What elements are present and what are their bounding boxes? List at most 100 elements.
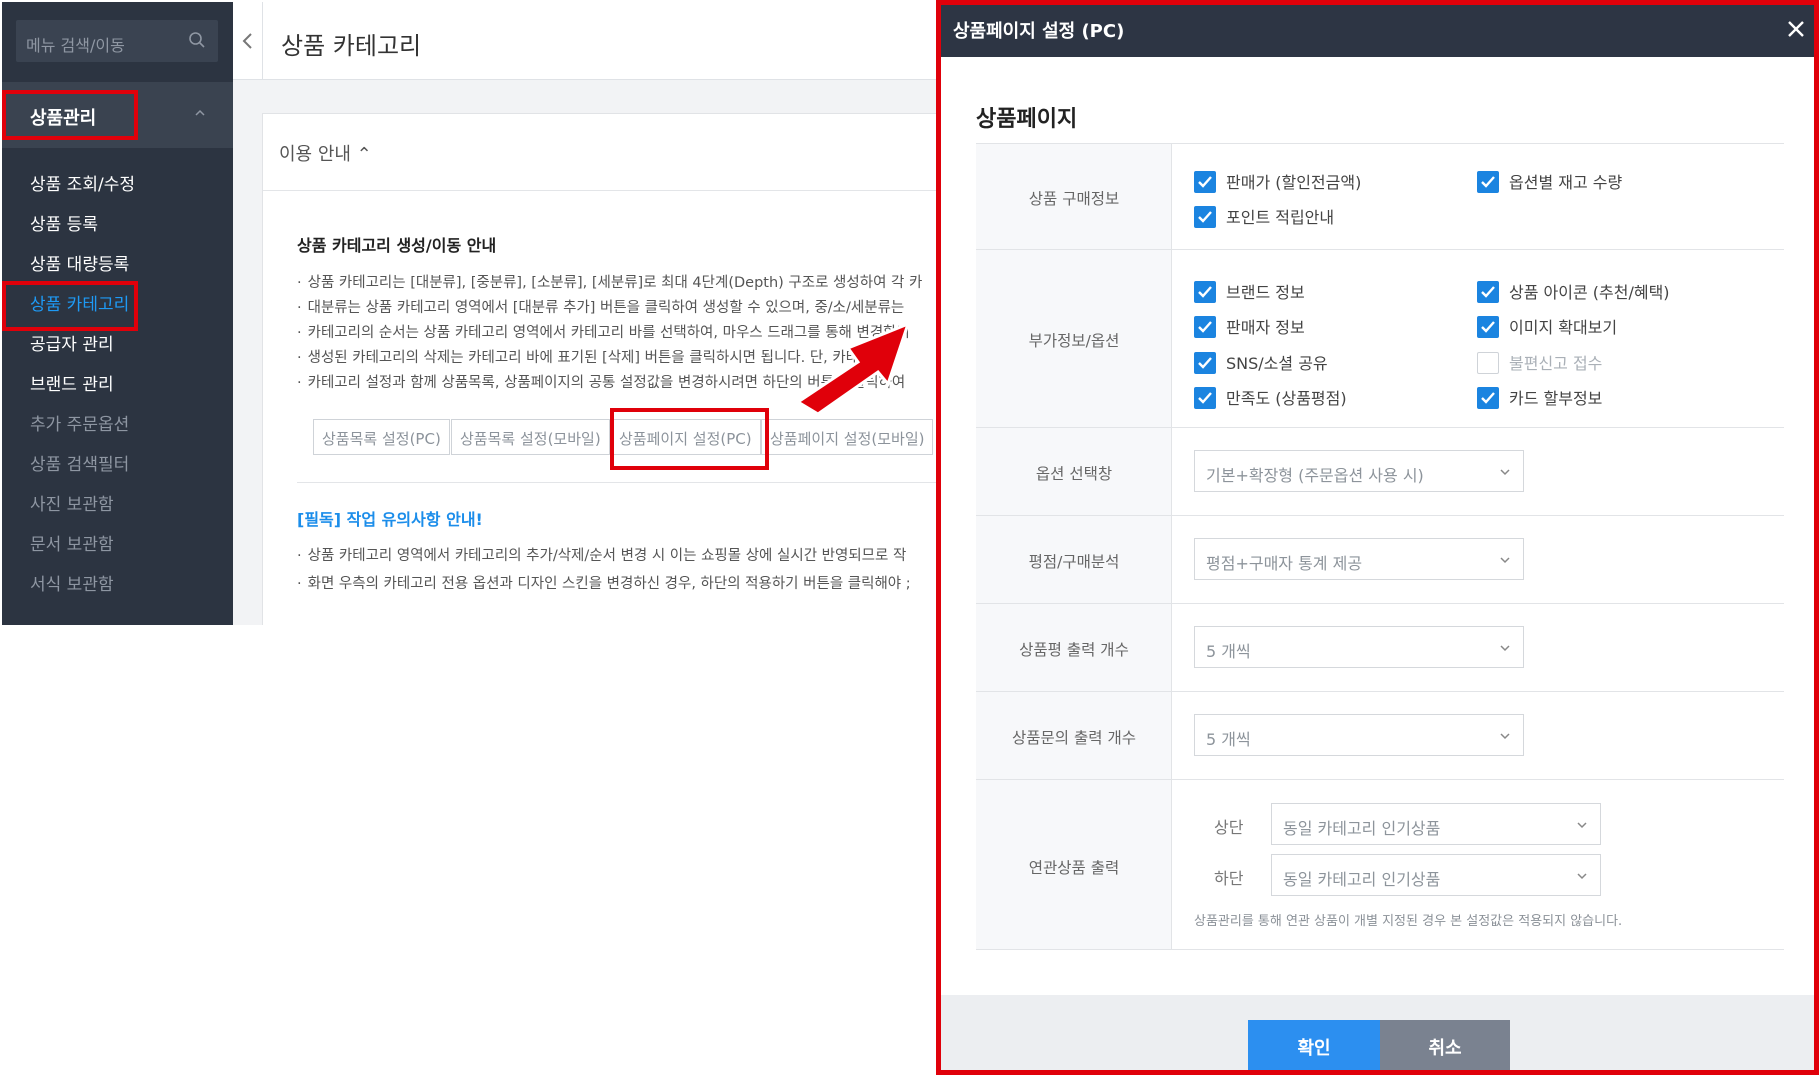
row-label: 옵션 선택창 [1035, 465, 1113, 483]
row-label: 상품문의 출력 개수 [1012, 729, 1136, 747]
row-header: 옵션 선택창 [976, 428, 1172, 515]
checkbox-seller-info[interactable]: 판매자 정보 [1194, 314, 1305, 340]
row-header: 연관상품 출력 [976, 780, 1172, 949]
guide-toggle[interactable]: 이용 안내 ⌃ [263, 114, 939, 191]
checkbox-sale-price[interactable]: 판매가 (할인전금액) [1194, 169, 1361, 195]
checkbox-image-zoom[interactable]: 이미지 확대보기 [1477, 314, 1617, 340]
checkbox[interactable] [1477, 170, 1499, 193]
checkbox[interactable] [1194, 315, 1216, 338]
list-settings-mobile-button[interactable]: 상품목록 설정(모바일) [451, 419, 610, 455]
review-analysis-select[interactable]: 평점+구매자 통계 제공 [1194, 538, 1524, 580]
chevron-up-icon [195, 109, 205, 116]
checkmark-icon [1198, 320, 1212, 333]
sidebar-item-document-storage[interactable]: 문서 보관함 [30, 530, 114, 555]
menu-search-placeholder: 메뉴 검색/이동 [26, 36, 125, 55]
highlight-page-settings-pc [610, 408, 769, 470]
back-chevron-icon [242, 33, 252, 49]
select-value: 기본+확장형 (주문옵션 사용 시) [1206, 466, 1424, 485]
sidebar-item-order-option[interactable]: 추가 주문옵션 [30, 410, 129, 435]
related-bottom-select[interactable]: 동일 카테고리 인기상품 [1271, 854, 1601, 896]
page-settings-mobile-button[interactable]: 상품페이지 설정(모바일) [761, 419, 934, 455]
checkbox[interactable] [1477, 386, 1499, 409]
review-count-select[interactable]: 5 개씩 [1194, 626, 1524, 668]
close-icon[interactable] [1784, 17, 1808, 41]
section-title: 상품페이지 [976, 107, 1078, 132]
checkbox-product-icon[interactable]: 상품 아이콘 (추천/혜택) [1477, 279, 1670, 305]
checkbox-label: 포인트 적립안내 [1226, 208, 1335, 227]
checkmark-icon [1481, 391, 1495, 404]
checkbox[interactable] [1477, 315, 1499, 338]
notice-title: [필독] 작업 유의사항 안내! [297, 510, 483, 529]
checkbox[interactable] [1194, 280, 1216, 303]
qna-count-select[interactable]: 5 개씩 [1194, 714, 1524, 756]
sidebar-item-bulk-register[interactable]: 상품 대량등록 [30, 250, 129, 275]
checkmark-icon [1198, 391, 1212, 404]
confirm-button[interactable]: 확인 [1248, 1020, 1380, 1070]
checkbox-option-stock[interactable]: 옵션별 재고 수량 [1477, 169, 1622, 195]
modal-title: 상품페이지 설정 (PC) [953, 21, 1125, 42]
page-header: 상품 카테고리 [233, 2, 938, 80]
row-header: 상품 구매정보 [976, 144, 1172, 249]
cancel-button[interactable]: 취소 [1380, 1020, 1510, 1070]
checkmark-icon [1198, 285, 1212, 298]
checkbox-brand-info[interactable]: 브랜드 정보 [1194, 279, 1305, 305]
row-label: 부가정보/옵션 [1028, 332, 1120, 350]
related-top-select[interactable]: 동일 카테고리 인기상품 [1271, 803, 1601, 845]
checkbox-label: 카드 할부정보 [1509, 389, 1603, 408]
checkbox[interactable] [1477, 280, 1499, 303]
bottom-position-label: 하단 [1214, 869, 1244, 888]
checkbox[interactable] [1194, 205, 1216, 228]
checkbox-label: 상품 아이콘 (추천/혜택) [1509, 283, 1670, 302]
guide-title: 상품 카테고리 생성/이동 안내 [297, 236, 497, 255]
checkbox-point-guide[interactable]: 포인트 적립안내 [1194, 204, 1334, 230]
checkbox-card-installment[interactable]: 카드 할부정보 [1477, 385, 1602, 411]
sidebar-item-photo-storage[interactable]: 사진 보관함 [30, 490, 114, 515]
notice-bullet: 상품 카테고리 영역에서 카테고리의 추가/삭제/순서 변경 시 이는 쇼핑몰 … [297, 544, 907, 565]
row-label: 상품 구매정보 [1028, 190, 1120, 208]
notice-bullet: 화면 우측의 카테고리 전용 옵션과 디자인 스킨을 변경하신 경우, 하단의 … [297, 572, 911, 593]
caret-down-icon [1500, 733, 1510, 740]
settings-modal: 상품페이지 설정 (PC) 상품페이지 상품 구매정보 판매가 (할인전금액) … [936, 0, 1819, 1075]
select-value: 동일 카테고리 인기상품 [1283, 870, 1441, 889]
checkbox-label: 브랜드 정보 [1226, 283, 1305, 302]
select-value: 동일 카테고리 인기상품 [1283, 819, 1441, 838]
top-position-label: 상단 [1214, 818, 1244, 837]
checkbox-label: 판매자 정보 [1226, 318, 1305, 337]
select-value: 5 개씩 [1206, 730, 1251, 749]
sidebar-item-product-register[interactable]: 상품 등록 [30, 210, 98, 235]
checkbox[interactable] [1194, 386, 1216, 409]
sidebar-item-form-storage[interactable]: 서식 보관함 [30, 570, 114, 595]
checkmark-icon [1198, 210, 1212, 223]
sidebar-item-brand[interactable]: 브랜드 관리 [30, 370, 114, 395]
search-icon[interactable] [188, 31, 206, 49]
option-window-select[interactable]: 기본+확장형 (주문옵션 사용 시) [1194, 450, 1524, 492]
sidebar-item-search-filter[interactable]: 상품 검색필터 [30, 450, 129, 475]
back-button[interactable] [233, 2, 263, 80]
select-value: 평점+구매자 통계 제공 [1206, 554, 1363, 573]
sidebar-item-supplier[interactable]: 공급자 관리 [30, 330, 114, 355]
checkbox-label: 이미지 확대보기 [1509, 318, 1618, 337]
arrow-icon [795, 321, 911, 416]
checkbox-satisfaction[interactable]: 만족도 (상품평점) [1194, 385, 1347, 411]
sidebar-item-product-list[interactable]: 상품 조회/수정 [30, 170, 135, 195]
checkbox[interactable] [1477, 351, 1499, 374]
checkbox[interactable] [1194, 170, 1216, 193]
caret-down-icon [1500, 645, 1510, 652]
row-header: 상품평 출력 개수 [976, 604, 1172, 691]
modal-footer: 확인 취소 [941, 995, 1814, 1070]
checkmark-icon [1481, 285, 1495, 298]
checkbox-complaint-report[interactable]: 불편신고 접수 [1477, 350, 1602, 376]
list-settings-pc-button[interactable]: 상품목록 설정(PC) [313, 419, 450, 455]
checkbox-sns-share[interactable]: SNS/소셜 공유 [1194, 350, 1328, 376]
guide-toggle-label: 이용 안내 ⌃ [279, 144, 372, 165]
menu-search-input[interactable]: 메뉴 검색/이동 [16, 20, 218, 62]
row-label: 평점/구매분석 [1028, 553, 1120, 571]
row-purchase-info: 상품 구매정보 판매가 (할인전금액) 옵션별 재고 수량 포인트 적립안내 [976, 144, 1784, 250]
highlight-category-item [2, 281, 138, 331]
modal-titlebar: 상품페이지 설정 (PC) [941, 5, 1814, 57]
row-label: 상품평 출력 개수 [1019, 641, 1129, 659]
checkbox-label: 불편신고 접수 [1509, 354, 1603, 373]
row-header: 상품문의 출력 개수 [976, 692, 1172, 779]
row-label: 연관상품 출력 [1028, 859, 1120, 877]
checkbox[interactable] [1194, 351, 1216, 374]
